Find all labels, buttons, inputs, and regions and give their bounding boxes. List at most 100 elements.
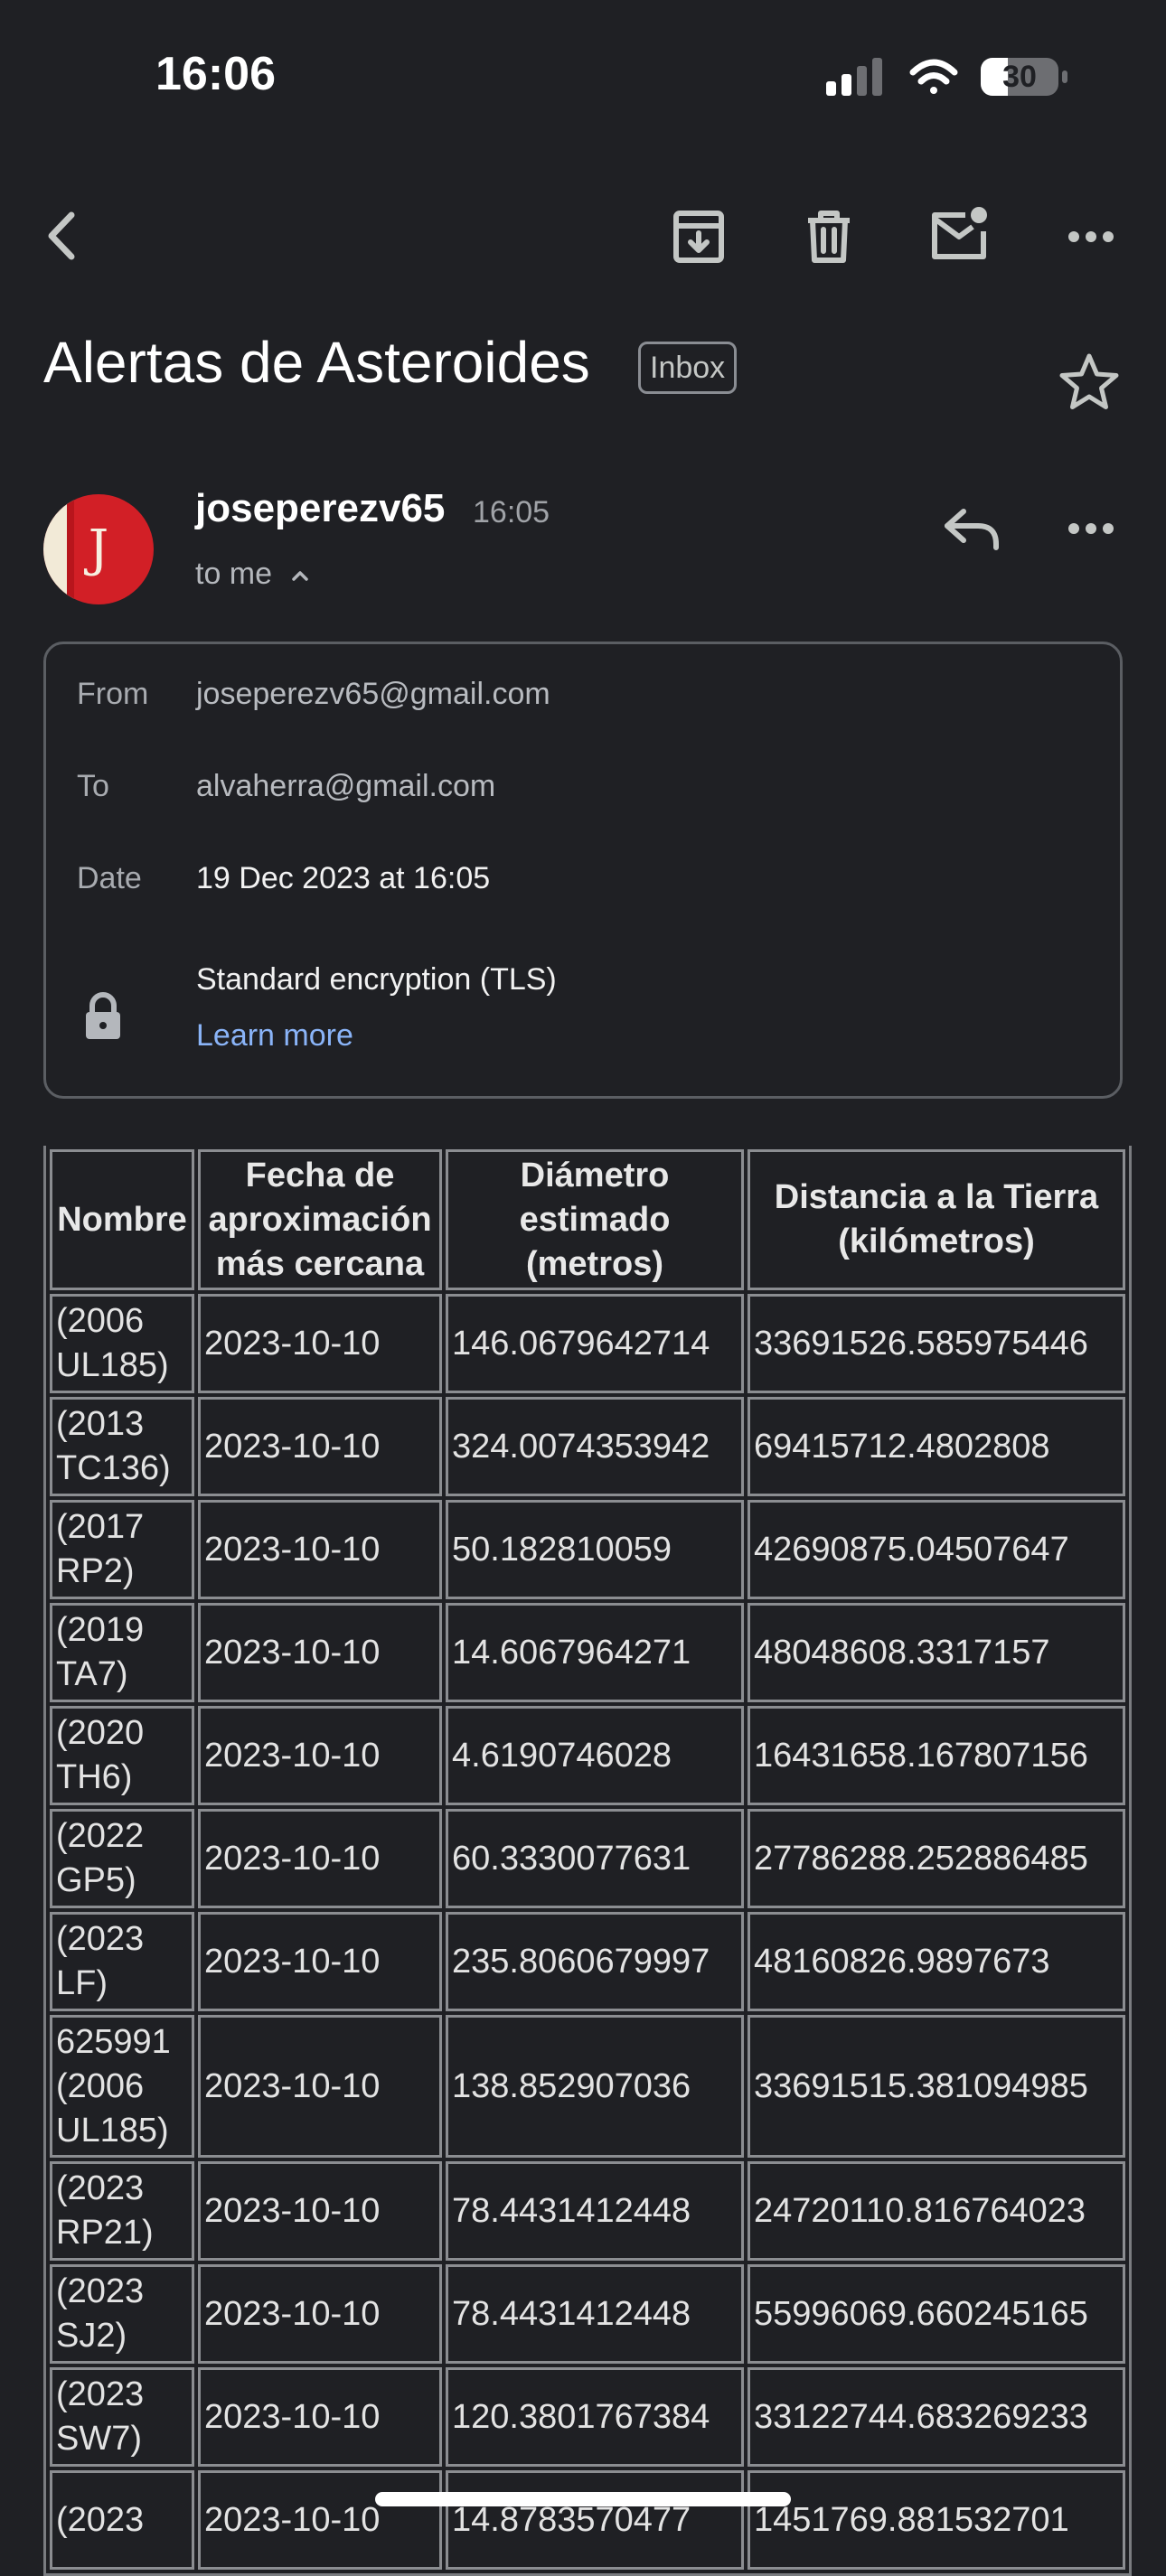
cell-nombre: (2023 SW7) xyxy=(50,2367,194,2467)
to-address[interactable]: alvaherra@gmail.com xyxy=(196,769,495,804)
signal-icon xyxy=(826,58,882,96)
chevron-left-icon xyxy=(48,211,75,260)
status-time: 16:06 xyxy=(155,48,276,100)
inbox-label-badge[interactable]: Inbox xyxy=(638,342,738,394)
cell-nombre: (2019 TA7) xyxy=(50,1603,194,1702)
battery-level: 30 xyxy=(1002,60,1037,94)
cell-diametro: 78.4431412448 xyxy=(446,2264,744,2364)
avatar-letter: J xyxy=(88,520,109,578)
cell-diametro: 50.182810059 xyxy=(446,1500,744,1599)
table-row: (2013 TC136) 2023-10-10 324.0074353942 6… xyxy=(50,1397,1125,1496)
reply-icon xyxy=(945,509,999,550)
cell-diametro: 14.6067964271 xyxy=(446,1603,744,1702)
email-subject: Alertas de Asteroides xyxy=(43,330,590,395)
table-row: 625991 (2006 UL185) 2023-10-10 138.85290… xyxy=(50,2015,1125,2158)
cell-fecha: 2023-10-10 xyxy=(198,2470,442,2570)
cell-diametro: 146.0679642714 xyxy=(446,1294,744,1393)
recipients-summary: to me xyxy=(195,557,273,591)
cell-distancia: 33691526.585975446 xyxy=(748,1294,1125,1393)
cell-diametro: 324.0074353942 xyxy=(446,1397,744,1496)
cell-fecha: 2023-10-10 xyxy=(198,1294,442,1393)
cell-nombre: (2013 TC136) xyxy=(50,1397,194,1496)
cell-nombre: (2022 GP5) xyxy=(50,1809,194,1908)
table-row: (2023 LF) 2023-10-10 235.8060679997 4816… xyxy=(50,1912,1125,2011)
cell-diametro: 235.8060679997 xyxy=(446,1912,744,2011)
wifi-icon xyxy=(909,59,958,94)
cell-diametro: 60.3330077631 xyxy=(446,1809,744,1908)
delete-button[interactable] xyxy=(788,195,870,276)
cell-fecha: 2023-10-10 xyxy=(198,1397,442,1496)
sender-name: joseperezv65 xyxy=(195,486,446,530)
asteroid-table: Nombre Fecha de aproximación más cercana… xyxy=(43,1146,1132,2576)
date-value: 19 Dec 2023 at 16:05 xyxy=(196,861,491,895)
cell-nombre: (2023 RP21) xyxy=(50,2161,194,2261)
cell-fecha: 2023-10-10 xyxy=(198,1500,442,1599)
cell-fecha: 2023-10-10 xyxy=(198,2264,442,2364)
table-row: (2006 UL185) 2023-10-10 146.0679642714 3… xyxy=(50,1294,1125,1393)
send-time: 16:05 xyxy=(473,495,550,529)
header-diametro: Diámetro estimado (metros) xyxy=(446,1149,744,1290)
recipients-toggle[interactable]: to me xyxy=(195,557,314,592)
trash-icon xyxy=(808,211,850,263)
header-nombre: Nombre xyxy=(50,1149,194,1290)
mark-unread-button[interactable] xyxy=(918,195,1000,276)
cell-nombre: (2023 LF) xyxy=(50,1912,194,2011)
cell-distancia: 1451769.881532701 xyxy=(748,2470,1125,2570)
table-row: (2017 RP2) 2023-10-10 50.182810059 42690… xyxy=(50,1500,1125,1599)
table-row: (2020 TH6) 2023-10-10 4.6190746028 16431… xyxy=(50,1706,1125,1805)
cell-fecha: 2023-10-10 xyxy=(198,2161,442,2261)
table-row: (2019 TA7) 2023-10-10 14.6067964271 4804… xyxy=(50,1603,1125,1702)
home-indicator[interactable] xyxy=(375,2492,791,2506)
message-more-button[interactable] xyxy=(1050,488,1132,569)
cell-diametro: 120.3801767384 xyxy=(446,2367,744,2467)
more-horizontal-icon xyxy=(1068,231,1114,242)
cell-fecha: 2023-10-10 xyxy=(198,1809,442,1908)
cell-nombre: (2006 UL185) xyxy=(50,1294,194,1393)
from-address[interactable]: joseperezv65@gmail.com xyxy=(196,677,550,712)
star-icon xyxy=(1059,353,1119,409)
archive-icon xyxy=(673,211,724,263)
cell-distancia: 48160826.9897673 xyxy=(748,1912,1125,2011)
learn-more-link[interactable]: Learn more xyxy=(196,1018,353,1054)
table-row: (2023 2023-10-10 14.8783570477 1451769.8… xyxy=(50,2470,1125,2570)
message-details: From joseperezv65@gmail.com To alvaherra… xyxy=(43,642,1123,1099)
cell-distancia: 24720110.816764023 xyxy=(748,2161,1125,2261)
back-button[interactable] xyxy=(22,195,103,276)
reply-button[interactable] xyxy=(931,488,1012,569)
header-fecha: Fecha de aproximación más cercana xyxy=(198,1149,442,1290)
cell-nombre: (2020 TH6) xyxy=(50,1706,194,1805)
table-header-row: Nombre Fecha de aproximación más cercana… xyxy=(50,1149,1125,1290)
more-options-button[interactable] xyxy=(1050,195,1132,276)
cell-nombre: 625991 (2006 UL185) xyxy=(50,2015,194,2158)
cell-distancia: 33691515.381094985 xyxy=(748,2015,1125,2158)
cell-diametro: 138.852907036 xyxy=(446,2015,744,2158)
star-button[interactable] xyxy=(1048,342,1130,423)
mail-unread-icon xyxy=(932,207,987,259)
cell-distancia: 48048608.3317157 xyxy=(748,1603,1125,1702)
status-icons: 30 xyxy=(813,54,1085,99)
encryption-info: Standard encryption (TLS) xyxy=(196,962,557,997)
cell-fecha: 2023-10-10 xyxy=(198,1603,442,1702)
cell-nombre: (2023 SJ2) xyxy=(50,2264,194,2364)
table-row: (2023 SW7) 2023-10-10 120.3801767384 331… xyxy=(50,2367,1125,2467)
archive-button[interactable] xyxy=(658,195,739,276)
more-horizontal-icon xyxy=(1068,523,1114,534)
table-row: (2023 RP21) 2023-10-10 78.4431412448 247… xyxy=(50,2161,1125,2261)
cell-diametro: 4.6190746028 xyxy=(446,1706,744,1805)
cell-distancia: 33122744.683269233 xyxy=(748,2367,1125,2467)
cell-distancia: 27786288.252886485 xyxy=(748,1809,1125,1908)
chevron-up-icon xyxy=(291,571,308,581)
cell-fecha: 2023-10-10 xyxy=(198,2367,442,2467)
cell-distancia: 55996069.660245165 xyxy=(748,2264,1125,2364)
table-row: (2022 GP5) 2023-10-10 60.3330077631 2778… xyxy=(50,1809,1125,1908)
cell-diametro: 78.4431412448 xyxy=(446,2161,744,2261)
cell-diametro: 14.8783570477 xyxy=(446,2470,744,2570)
cell-distancia: 16431658.167807156 xyxy=(748,1706,1125,1805)
cell-fecha: 2023-10-10 xyxy=(198,1706,442,1805)
cell-nombre: (2023 xyxy=(50,2470,194,2570)
header-distancia: Distancia a la Tierra (kilómetros) xyxy=(748,1149,1125,1290)
to-label: To xyxy=(77,769,109,803)
avatar[interactable]: J xyxy=(43,494,154,604)
from-label: From xyxy=(77,677,149,711)
date-label: Date xyxy=(77,861,142,895)
